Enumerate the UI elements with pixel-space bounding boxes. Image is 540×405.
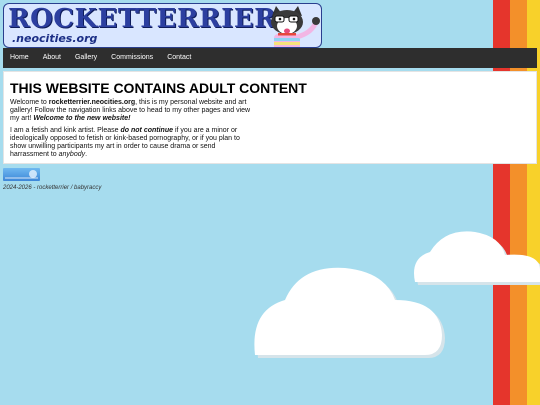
page-heading: THIS WEBSITE CONTAINS ADULT CONTENT — [10, 80, 307, 96]
nav-home[interactable]: Home — [3, 48, 36, 68]
welcome-paragraph: Welcome to rocketterrier.neocities.org, … — [10, 99, 254, 123]
main-nav: Home About Gallery Commissions Contact — [3, 48, 537, 68]
nav-contact[interactable]: Contact — [160, 48, 198, 68]
welcome-new-site: Welcome to the new website! — [33, 115, 131, 122]
welcome-text-start: Welcome to — [10, 99, 49, 106]
cloud-right — [414, 231, 540, 285]
nav-commissions[interactable]: Commissions — [104, 48, 160, 68]
content-panel: THIS WEBSITE CONTAINS ADULT CONTENT Welc… — [3, 71, 537, 164]
site-subtitle: .neocities.org — [12, 32, 98, 45]
husky-mascot-icon — [271, 6, 320, 47]
warning-anybody: anybody — [58, 151, 86, 158]
footer-credit: 2024-2026 - rocketterrier / babyraccy — [3, 185, 102, 191]
warning-paragraph: I am a fetish and kink artist. Please do… — [10, 127, 254, 159]
site-button-badge[interactable] — [3, 168, 40, 181]
site-name: rocketterrier.neocities.org — [48, 99, 136, 106]
nav-about[interactable]: About — [36, 48, 68, 68]
site-title: ROCKETTERRIER — [8, 4, 277, 34]
badge-mascot-icon — [5, 170, 38, 179]
warning-text-start: I am a fetish and kink artist. Please — [10, 127, 121, 134]
nav-gallery[interactable]: Gallery — [68, 48, 104, 68]
site-banner[interactable]: ROCKETTERRIER .neocities.org — [3, 3, 322, 48]
warning-do-not-continue: do not continue — [120, 127, 174, 134]
warning-text-end: . — [85, 151, 88, 158]
